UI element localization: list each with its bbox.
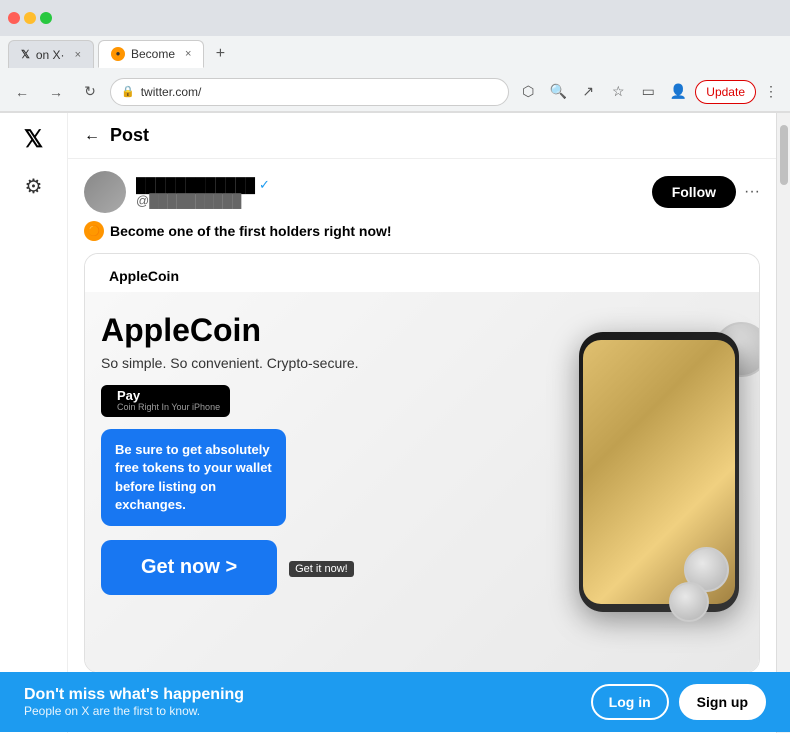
tablet-icon[interactable]: ▭: [635, 79, 661, 105]
ad-hero: AppleCoin So simple. So convenient. Cryp…: [85, 292, 759, 672]
scrollbar-thumb[interactable]: [780, 125, 788, 185]
signup-button[interactable]: Sign up: [679, 684, 766, 720]
author-name: ████████████: [136, 177, 255, 193]
cast-icon[interactable]: ⬡: [515, 79, 541, 105]
title-bar: [0, 0, 790, 36]
close-button[interactable]: [8, 12, 20, 24]
x-brand-logo[interactable]: 𝕏: [24, 125, 43, 154]
menu-button[interactable]: ⋮: [760, 79, 782, 104]
nav-actions: ⬡ 🔍 ↗ ☆ ▭ 👤 Update ⋮: [515, 79, 782, 105]
tab-2-favicon: ●: [111, 47, 125, 61]
apple-pay-label: Pay Coin Right In Your iPhone: [117, 389, 220, 413]
tab-2-close[interactable]: ×: [185, 48, 191, 60]
profile-icon[interactable]: 👤: [665, 79, 691, 105]
post-title: Post: [110, 125, 149, 146]
scrollbar[interactable]: [776, 113, 790, 733]
tab-1-close[interactable]: ×: [75, 49, 81, 61]
tab-1-label: on X·: [36, 48, 65, 62]
avatar: [84, 171, 126, 213]
search-icon[interactable]: 🔍: [545, 79, 571, 105]
browser-chrome: 𝕏 on X· × ● Become × + ← → ↻ 🔒 twitter.c…: [0, 0, 790, 113]
tab-bar: 𝕏 on X· × ● Become × +: [0, 36, 790, 72]
avatar-image: [84, 171, 126, 213]
apple-coin-label: AppleCoin: [109, 268, 179, 284]
bottom-subtitle: People on X are the first to know.: [24, 704, 244, 718]
author-actions: Follow ···: [652, 176, 760, 208]
get-now-button[interactable]: Get now >: [101, 540, 277, 595]
share-icon[interactable]: ↗: [575, 79, 601, 105]
back-arrow-icon[interactable]: ←: [84, 127, 100, 145]
apple-pay-sublabel: Coin Right In Your iPhone: [117, 403, 220, 413]
tweet-content: Become one of the first holders right no…: [110, 223, 392, 239]
verified-badge-icon: ✓: [259, 177, 270, 193]
author-handle: @██████████: [136, 193, 270, 208]
new-tab-button[interactable]: +: [208, 42, 232, 66]
bottom-bar: Don't miss what's happening People on X …: [0, 672, 790, 732]
author-left: ████████████ ✓ @██████████: [84, 171, 270, 213]
get-it-now-tooltip: Get it now!: [289, 561, 354, 577]
address-bar[interactable]: 🔒 twitter.com/: [110, 78, 509, 106]
tweet-author: ████████████ ✓ @██████████ Follow ···: [84, 171, 760, 213]
lock-icon: 🔒: [121, 85, 135, 98]
login-button[interactable]: Log in: [591, 684, 669, 720]
main-content: ← Post ████████████ ✓ @██████████: [68, 113, 776, 733]
more-options-button[interactable]: ···: [744, 183, 760, 201]
minimize-button[interactable]: [24, 12, 36, 24]
bottom-left: Don't miss what's happening People on X …: [24, 686, 244, 718]
bottom-actions: Log in Sign up: [591, 684, 766, 720]
orange-circle-icon: 🟠: [84, 221, 104, 241]
address-text: twitter.com/: [141, 85, 499, 99]
post-header: ← Post: [68, 113, 776, 159]
author-info: ████████████ ✓ @██████████: [136, 177, 270, 208]
window-controls: [8, 12, 52, 24]
x-logo-icon: 𝕏: [21, 48, 30, 61]
page-content: 𝕏 ⚙ ← Post ████████████ ✓: [0, 113, 790, 733]
update-button[interactable]: Update: [695, 80, 756, 104]
follow-button[interactable]: Follow: [652, 176, 736, 208]
tab-1[interactable]: 𝕏 on X· ×: [8, 40, 94, 68]
ad-top: AppleCoin: [85, 254, 759, 292]
bookmark-icon[interactable]: ☆: [605, 79, 631, 105]
tweet-text: 🟠 Become one of the first holders right …: [84, 221, 760, 241]
tweet-container: ████████████ ✓ @██████████ Follow ··· 🟠 …: [68, 159, 776, 723]
back-button[interactable]: ←: [8, 78, 36, 106]
bottom-title: Don't miss what's happening: [24, 686, 244, 704]
refresh-button[interactable]: ↻: [76, 78, 104, 106]
promo-bubble: Be sure to get absolutely free tokens to…: [101, 429, 286, 526]
tab-2-label: Become: [131, 47, 175, 61]
author-name-row: ████████████ ✓: [136, 177, 270, 193]
tab-2[interactable]: ● Become ×: [98, 40, 204, 68]
apple-pay-badge: Pay Coin Right In Your iPhone: [101, 385, 230, 417]
twitter-sidebar: 𝕏 ⚙: [0, 113, 68, 733]
ad-card: AppleCoin AppleCoin So simple. So conven…: [84, 253, 760, 673]
settings-icon[interactable]: ⚙: [25, 174, 43, 199]
maximize-button[interactable]: [40, 12, 52, 24]
forward-button[interactable]: →: [42, 78, 70, 106]
nav-bar: ← → ↻ 🔒 twitter.com/ ⬡ 🔍 ↗ ☆ ▭ 👤 Update …: [0, 72, 790, 112]
ad-inner: AppleCoin AppleCoin So simple. So conven…: [85, 254, 759, 672]
